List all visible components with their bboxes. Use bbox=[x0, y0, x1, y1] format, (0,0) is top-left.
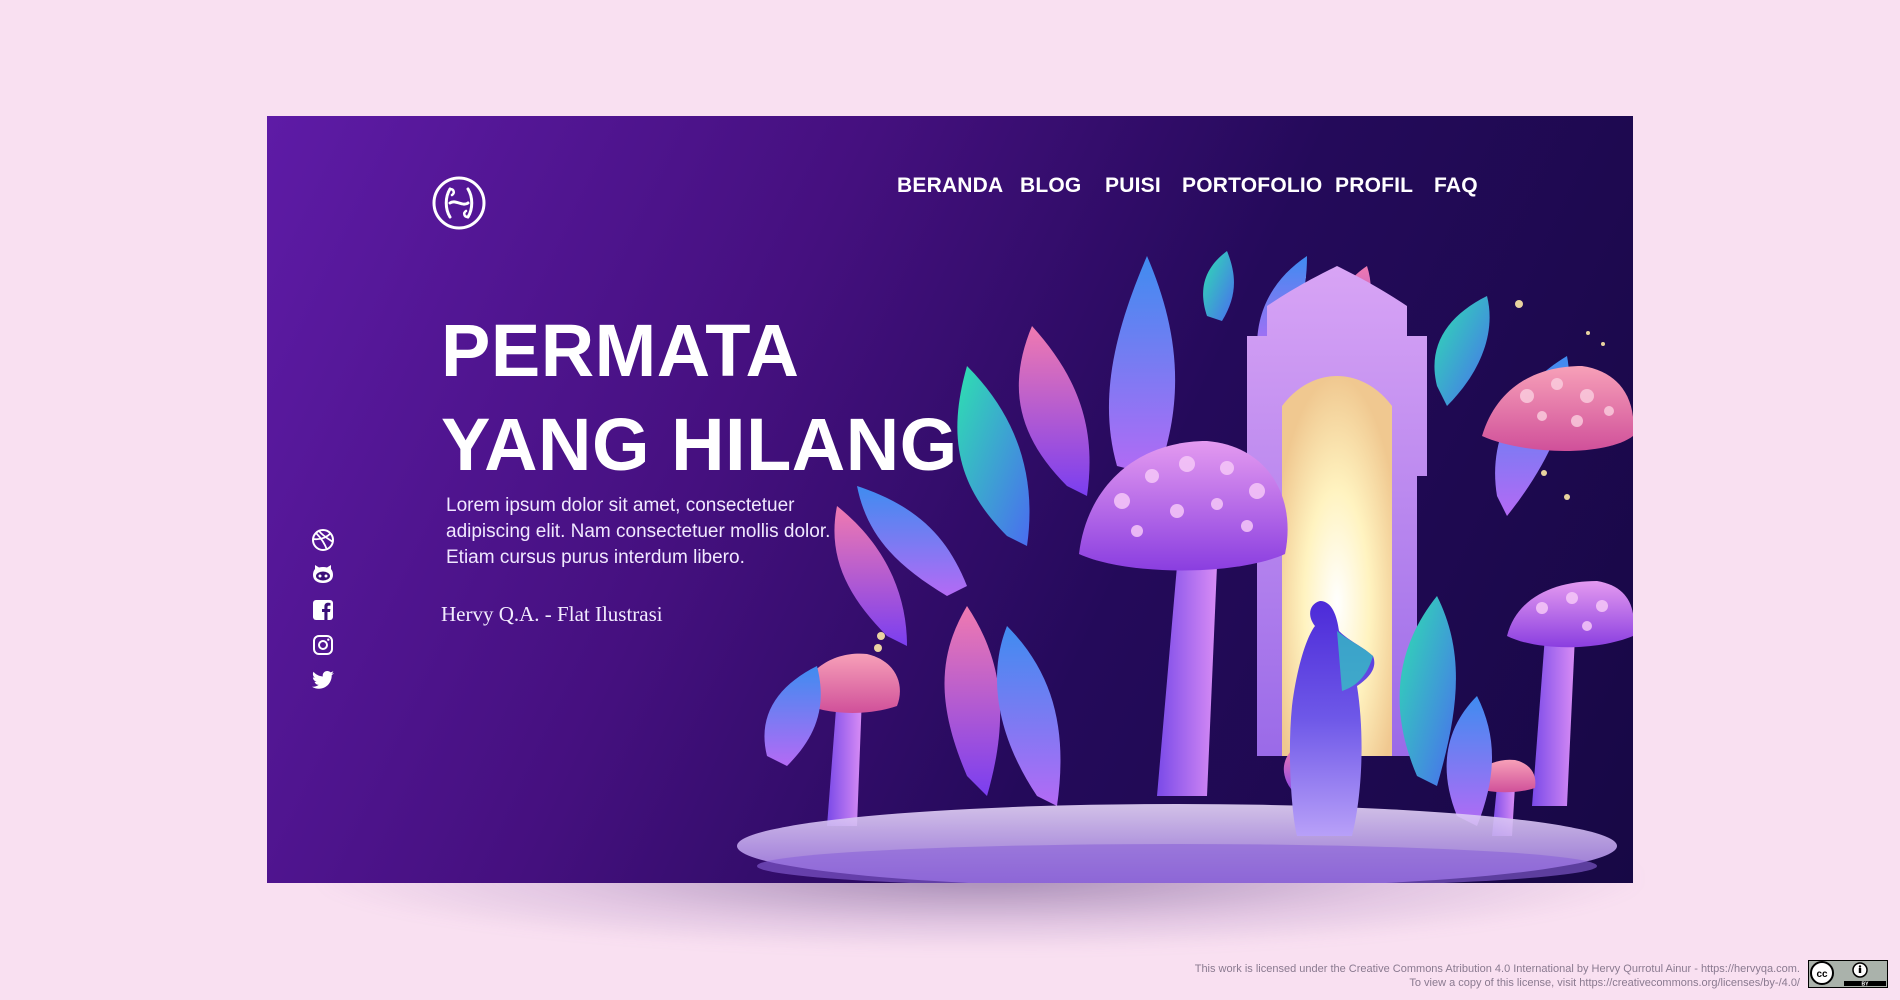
svg-text:cc: cc bbox=[1816, 969, 1828, 980]
instagram-icon[interactable] bbox=[311, 633, 335, 657]
license-line-1: This work is licensed under the Creative… bbox=[1194, 963, 1800, 975]
twitter-icon[interactable] bbox=[311, 668, 335, 692]
hero-title-line-1: PERMATA bbox=[441, 309, 800, 392]
license-text: This work is licensed under the Creative… bbox=[1195, 962, 1800, 990]
hero-title-line-2: YANG HILANG bbox=[441, 403, 958, 486]
social-links bbox=[311, 528, 337, 703]
main-nav: BERANDA BLOG PUISI PORTOFOLIO PROFIL FAQ bbox=[267, 174, 1633, 204]
dribbble-icon[interactable] bbox=[311, 528, 335, 552]
hero-description: Lorem ipsum dolor sit amet, consectetuer… bbox=[446, 495, 831, 568]
nav-item-profil[interactable]: PROFIL bbox=[1335, 174, 1413, 198]
hero-author: Hervy Q.A. - Flat Ilustrasi bbox=[441, 602, 663, 626]
hero-title: PERMATA YANG HILANG bbox=[441, 304, 958, 492]
cc-badge-by-label: BY bbox=[1862, 982, 1870, 988]
license-line-2: To view a copy of this license, visit ht… bbox=[1409, 977, 1800, 989]
github-icon[interactable] bbox=[311, 563, 335, 587]
nav-item-puisi[interactable]: PUISI bbox=[1105, 174, 1161, 198]
hero-banner: BERANDA BLOG PUISI PORTOFOLIO PROFIL FAQ bbox=[267, 116, 1633, 883]
nav-item-portofolio[interactable]: PORTOFOLIO bbox=[1182, 174, 1322, 198]
nav-item-faq[interactable]: FAQ bbox=[1434, 174, 1478, 198]
cc-by-license-badge[interactable]: cc BY bbox=[1808, 960, 1888, 988]
nav-item-blog[interactable]: BLOG bbox=[1020, 174, 1081, 198]
nav-item-beranda[interactable]: BERANDA bbox=[897, 174, 1003, 198]
facebook-icon[interactable] bbox=[311, 598, 335, 622]
